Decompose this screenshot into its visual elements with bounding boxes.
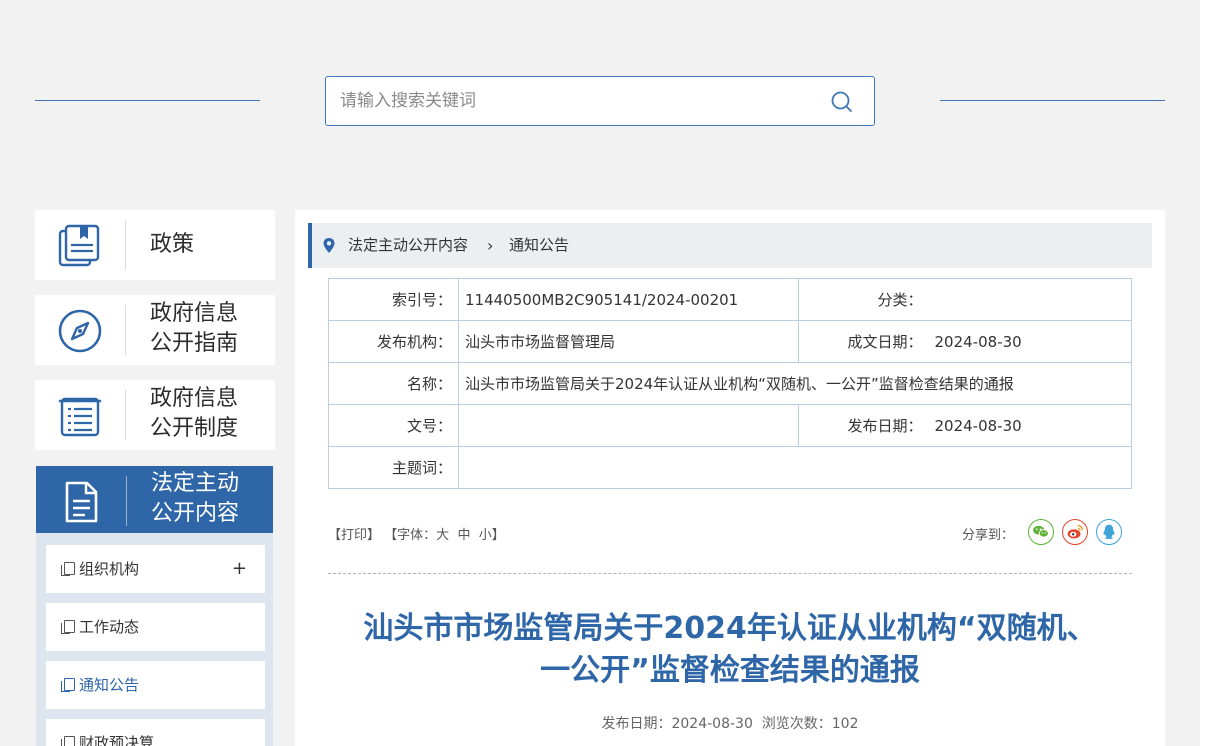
divider	[125, 220, 126, 270]
submenu-item-organization[interactable]: 组织机构 +	[46, 545, 265, 593]
search-box	[325, 76, 875, 126]
sidebar-item-label: 政府信息 公开制度	[150, 386, 239, 441]
written-date-label: 成文日期：	[798, 320, 929, 363]
search-icon[interactable]	[829, 89, 855, 115]
publish-date-value: 2024-08-30	[928, 404, 1132, 447]
submenu-item-label: 财政预决算	[79, 734, 155, 746]
page-scrollbar[interactable]	[1200, 0, 1218, 746]
table-row: 主题词：	[328, 446, 1132, 489]
sidebar-item-mandatory-disclosure[interactable]: 法定主动 公开内容	[36, 466, 273, 534]
document-name-label: 名称：	[328, 362, 459, 405]
sidebar-item-policy[interactable]: 政策	[35, 210, 275, 280]
article-publish-date: 发布日期：2024-08-30	[601, 716, 753, 732]
sidebar-item-guide[interactable]: 政府信息 公开指南	[35, 295, 275, 365]
submenu-item-work-news[interactable]: 工作动态	[46, 603, 265, 651]
font-size-medium-button[interactable]: 中	[457, 528, 470, 543]
weibo-share-icon[interactable]	[1062, 519, 1088, 545]
font-size-suffix: 】	[491, 528, 505, 543]
table-row: 文号： 发布日期： 2024-08-30	[328, 404, 1132, 447]
submenu-item-label: 组织机构	[79, 560, 140, 578]
article-publish-info: 发布日期：2024-08-30 浏览次数：102	[328, 713, 1132, 733]
decorative-line-right	[940, 100, 1165, 101]
table-row: 索引号： 11440500MB2C905141/2024-00201 分类：	[328, 278, 1132, 321]
document-copy-icon	[61, 620, 75, 634]
article-title: 汕头市市场监管局关于2024年认证从业机构“双随机、 一公开”监督检查结果的通报	[363, 611, 1097, 688]
divider	[125, 305, 126, 355]
submenu-item-label: 通知公告	[79, 676, 140, 694]
keywords-label: 主题词：	[328, 446, 459, 489]
document-copy-icon	[61, 562, 75, 576]
compass-icon	[58, 309, 102, 353]
keywords-value	[458, 446, 1132, 489]
document-name-value: 汕头市市场监管局关于2024年认证从业机构“双随机、一公开”监督检查结果的通报	[458, 362, 1132, 405]
qq-share-icon[interactable]	[1096, 519, 1122, 545]
document-meta-table: 索引号： 11440500MB2C905141/2024-00201 分类： 发…	[328, 278, 1132, 489]
written-date-value: 2024-08-30	[928, 320, 1132, 363]
table-row: 发布机构： 汕头市市场监督管理局 成文日期： 2024-08-30	[328, 320, 1132, 363]
article-tools: 【打印】 【字体：大 中 小】	[328, 524, 505, 543]
sidebar-submenu: 组织机构 + 工作动态 通知公告 财政预决算	[36, 533, 273, 746]
submenu-item-label: 工作动态	[79, 618, 140, 636]
expand-plus-icon[interactable]: +	[232, 545, 247, 593]
font-size-large-button[interactable]: 大	[436, 528, 449, 543]
list-document-icon	[59, 397, 101, 437]
breadcrumb-link-notices[interactable]: 通知公告	[509, 223, 569, 268]
divider	[126, 476, 127, 526]
print-button[interactable]: 【打印】	[328, 528, 380, 543]
sidebar-item-label: 政策	[150, 232, 195, 257]
font-size-prefix: 【字体：	[384, 528, 437, 543]
wechat-share-icon[interactable]	[1028, 519, 1054, 545]
document-icon	[65, 481, 98, 523]
index-number-label: 索引号：	[328, 278, 459, 321]
submenu-item-budget[interactable]: 财政预决算	[46, 719, 265, 746]
share-label: 分享到：	[962, 528, 1015, 543]
table-row: 名称： 汕头市市场监管局关于2024年认证从业机构“双随机、一公开”监督检查结果…	[328, 362, 1132, 405]
sidebar-item-system[interactable]: 政府信息 公开制度	[35, 380, 275, 450]
main-content: 法定主动公开内容 › 通知公告 索引号： 11440500MB2C905141/…	[295, 210, 1165, 746]
breadcrumb: 法定主动公开内容 › 通知公告	[308, 223, 1152, 268]
document-copy-icon	[61, 736, 75, 746]
font-size-small-button[interactable]: 小	[479, 528, 492, 543]
sidebar-item-label: 政府信息 公开指南	[150, 301, 239, 356]
category-value	[928, 278, 1132, 321]
publish-date-label: 发布日期：	[798, 404, 929, 447]
divider	[125, 390, 126, 440]
publishing-org-label: 发布机构：	[328, 320, 459, 363]
decorative-line-left	[35, 100, 260, 101]
document-copy-icon	[61, 678, 75, 692]
document-number-value	[458, 404, 799, 447]
chevron-right-icon: ›	[487, 236, 494, 255]
location-pin-icon	[323, 238, 335, 253]
publishing-org-value: 汕头市市场监督管理局	[458, 320, 799, 363]
policy-book-icon	[58, 224, 100, 267]
document-number-label: 文号：	[328, 404, 459, 447]
sidebar-item-label: 法定主动 公开内容	[151, 471, 240, 526]
category-label: 分类：	[798, 278, 929, 321]
article-view-count: 浏览次数：102	[761, 716, 859, 732]
submenu-item-notices[interactable]: 通知公告	[46, 661, 265, 709]
search-input[interactable]	[340, 77, 820, 125]
section-divider	[328, 573, 1132, 574]
breadcrumb-link-mandatory-disclosure[interactable]: 法定主动公开内容	[348, 223, 468, 268]
index-number-value: 11440500MB2C905141/2024-00201	[458, 278, 799, 321]
